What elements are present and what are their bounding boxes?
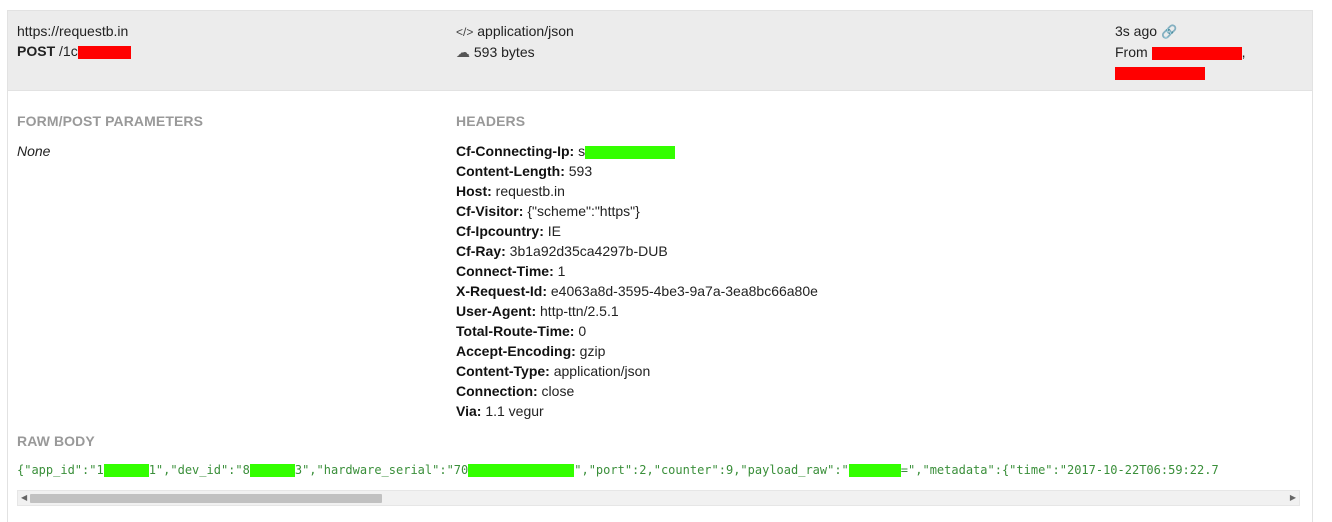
scrollbar-thumb[interactable]	[30, 494, 382, 503]
cloud-upload-icon: ☁	[456, 44, 470, 60]
age-line: 3s ago 🔗	[1115, 21, 1245, 42]
form-params-title: FORM/POST PARAMETERS	[17, 113, 204, 129]
scroll-left-icon[interactable]: ◀	[21, 493, 27, 503]
request-host: https://requestb.in	[17, 23, 129, 39]
header-key: Content-Type:	[456, 363, 550, 379]
header-key: Cf-Visitor:	[456, 203, 524, 219]
header-value: requestb.in	[495, 183, 565, 199]
scroll-right-icon[interactable]: ▶	[1290, 493, 1296, 503]
header-value: 593	[568, 163, 593, 179]
from-line: From ,	[1115, 42, 1245, 62]
redaction-path	[77, 45, 131, 59]
request-origin: https://requestb.in POST /1c	[17, 21, 131, 61]
redaction-app-id	[103, 464, 149, 477]
headers-title: HEADERS	[456, 113, 526, 129]
header-value: http-ttn/2.5.1	[540, 303, 619, 319]
header-row: Connect-Time: 1	[456, 261, 818, 281]
header-row: Content-Type: application/json	[456, 361, 818, 381]
raw-body-segment: 1","dev_id":"8	[148, 463, 250, 477]
header-key: Connect-Time:	[456, 263, 554, 279]
raw-body-segment: 3","hardware_serial":"70	[294, 463, 469, 477]
header-key: Cf-Ipcountry:	[456, 223, 544, 239]
raw-body-segment: ","port":2,"counter":9,"payload_raw":"	[574, 463, 849, 477]
header-value: application/json	[553, 363, 651, 379]
header-key: Cf-Connecting-Ip:	[456, 143, 575, 159]
header-row: Accept-Encoding: gzip	[456, 341, 818, 361]
request-line: POST /1c	[17, 41, 131, 61]
redaction-connecting-ip	[585, 145, 676, 159]
size-line: ☁ 593 bytes	[456, 42, 574, 62]
header-value: gzip	[579, 343, 606, 359]
raw-body-title: RAW BODY	[17, 433, 95, 449]
header-row: X-Request-Id: e4063a8d-3595-4be3-9a7a-3e…	[456, 281, 818, 301]
header-value: 1.1 vegur	[485, 403, 544, 419]
header-row: Total-Route-Time: 0	[456, 321, 818, 341]
content-type-line: </> application/json	[456, 21, 574, 42]
age-value: 3s ago	[1115, 23, 1158, 39]
raw-body-segment: {"app_id":"1	[17, 463, 104, 477]
header-row: Content-Length: 593	[456, 161, 818, 181]
redaction-hardware-serial	[468, 464, 575, 477]
header-key: Total-Route-Time:	[456, 323, 575, 339]
header-value: 3b1a92d35ca4297b-DUB	[509, 243, 668, 259]
header-key: User-Agent:	[456, 303, 537, 319]
header-row: Host: requestb.in	[456, 181, 818, 201]
header-value: 0	[578, 323, 587, 339]
raw-body-segment: =","metadata":{"time":"2017-10-22T06:59:…	[900, 463, 1219, 477]
header-value: IE	[547, 223, 562, 239]
redaction-dev-id	[249, 464, 295, 477]
header-key: Content-Length:	[456, 163, 565, 179]
request-method: POST	[17, 43, 56, 59]
header-value: close	[541, 383, 575, 399]
request-meta: </> application/json ☁ 593 bytes	[456, 21, 574, 62]
header-row: Cf-Ray: 3b1a92d35ca4297b-DUB	[456, 241, 818, 261]
from-separator: ,	[1241, 44, 1246, 60]
form-params-value: None	[17, 143, 51, 159]
header-value: 1	[557, 263, 566, 279]
from-line-2	[1115, 62, 1245, 82]
header-key: Host:	[456, 183, 492, 199]
content-type-value: application/json	[477, 23, 574, 39]
redaction-from-host	[1115, 66, 1205, 80]
header-key: Accept-Encoding:	[456, 343, 576, 359]
header-row: Connection: close	[456, 381, 818, 401]
code-icon: </>	[456, 25, 474, 39]
header-value: e4063a8d-3595-4be3-9a7a-3ea8bc66a80e	[550, 283, 818, 299]
request-timing: 3s ago 🔗 From ,	[1115, 21, 1245, 82]
header-row: Via: 1.1 vegur	[456, 401, 818, 421]
header-key: Via:	[456, 403, 482, 419]
headers-list: Cf-Connecting-Ip: s Content-Length: 593 Ho…	[456, 141, 818, 421]
raw-body-scrollbar[interactable]: ◀ ▶	[17, 490, 1300, 506]
header-key: X-Request-Id:	[456, 283, 547, 299]
header-value: s	[578, 143, 586, 159]
header-value: {"scheme":"https"}	[527, 203, 640, 219]
header-row: Cf-Visitor: {"scheme":"https"}	[456, 201, 818, 221]
raw-body-content: {"app_id":"1 1","dev_id":"8 3","hardware_s…	[17, 460, 1300, 480]
header-row: User-Agent: http-ttn/2.5.1	[456, 301, 818, 321]
header-key: Connection:	[456, 383, 538, 399]
redaction-payload	[848, 464, 901, 477]
request-path: /1c	[59, 43, 78, 59]
header-key: Cf-Ray:	[456, 243, 506, 259]
header-row: Cf-Ipcountry: IE	[456, 221, 818, 241]
from-label: From	[1115, 44, 1148, 60]
redaction-from-ip	[1151, 46, 1242, 60]
header-row: Cf-Connecting-Ip: s	[456, 141, 818, 161]
size-value: 593 bytes	[473, 44, 535, 60]
permalink-icon[interactable]: 🔗	[1161, 24, 1177, 39]
